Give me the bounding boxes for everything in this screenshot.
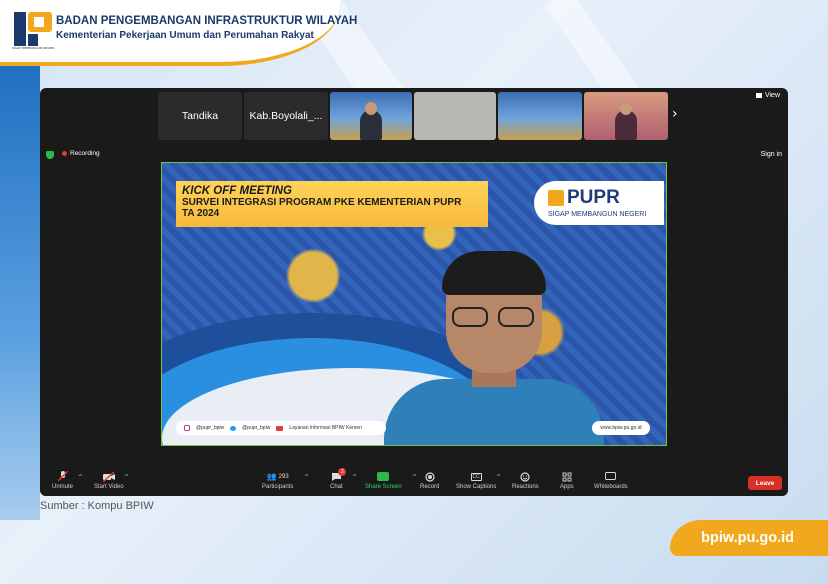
control-bar: Unmute ^ Start Video ^ 👥 293 Participants…	[40, 468, 788, 496]
participants-label: Participants	[262, 484, 294, 490]
social-handle: @pupr_bpiw	[242, 425, 271, 431]
chevron-up-icon[interactable]: ^	[78, 474, 83, 481]
reactions-button[interactable]: Reactions	[512, 471, 539, 490]
source-caption: Sumber : Kompu BPIW	[40, 500, 154, 512]
whiteboards-label: Whiteboards	[594, 484, 628, 490]
cc-text: CC	[470, 472, 482, 481]
show-captions-label: Show Captions	[456, 484, 497, 490]
org-name: BADAN PENGEMBANGAN INFRASTRUKTUR WILAYAH	[56, 15, 358, 27]
recording-label: Recording	[70, 150, 100, 157]
shield-icon[interactable]	[46, 151, 54, 159]
grid-icon	[755, 93, 762, 98]
slide-title: KICK OFF MEETING	[182, 185, 292, 197]
microphone-muted-icon	[57, 471, 69, 482]
whiteboards-button[interactable]: Whiteboards	[594, 471, 628, 490]
social-handle: @pupr_bpiw	[196, 425, 225, 431]
slide-website: www.bpiw.pu.go.id	[592, 421, 650, 435]
smiley-icon	[519, 471, 531, 482]
apps-label: Apps	[560, 484, 574, 490]
leave-button[interactable]: Leave	[748, 476, 782, 490]
chevron-up-icon[interactable]: ^	[304, 474, 309, 481]
share-screen-icon	[377, 471, 390, 482]
participant-tile-video[interactable]	[498, 92, 582, 140]
participants-button[interactable]: 👥 293 Participants	[262, 471, 293, 490]
youtube-icon	[276, 425, 284, 431]
record-label: Record	[420, 484, 440, 490]
sign-in-link[interactable]: Sign in	[761, 151, 782, 158]
slide-title-box: KICK OFF MEETING SURVEI INTEGRASI PROGRA…	[176, 181, 488, 227]
participant-name: Kab.Boyolali_...	[249, 110, 323, 122]
zoom-meeting-window: Tandika Kab.Boyolali_... › View Recordin…	[40, 88, 788, 496]
pupr-logo-icon	[14, 12, 52, 46]
view-label: View	[764, 92, 780, 99]
record-dot-icon	[62, 151, 67, 156]
slide-year: TA 2024	[182, 208, 220, 219]
pupr-mark-icon	[548, 190, 564, 206]
main-video: KICK OFF MEETING SURVEI INTEGRASI PROGRA…	[161, 162, 667, 446]
participant-name: Tandika	[181, 110, 219, 122]
brand-tagline: SIGAP MEMBANGUN NEGERI	[548, 211, 647, 218]
view-button[interactable]: View	[755, 92, 780, 99]
org-subtitle: Kementerian Pekerjaan Umum dan Perumahan…	[56, 30, 314, 41]
twitter-icon	[230, 425, 237, 431]
chat-icon: 2	[330, 468, 347, 482]
share-screen-button[interactable]: Share Screen	[365, 471, 402, 490]
social-handle: Layanan Informasi BPIW Kemen	[289, 425, 362, 431]
chat-label: Chat	[330, 484, 343, 490]
participant-avatar	[615, 102, 637, 140]
speaker-video	[384, 251, 604, 445]
unmute-label: Unmute	[52, 484, 74, 490]
record-button[interactable]: Record	[420, 471, 439, 490]
logo-caption: SIGAP MEMBANGUN NEGERI	[12, 46, 55, 50]
start-video-button[interactable]: Start Video	[94, 471, 124, 490]
chevron-up-icon[interactable]: ^	[352, 474, 357, 481]
instagram-icon	[184, 425, 190, 431]
chevron-right-icon[interactable]: ›	[672, 106, 678, 122]
camera-off-icon	[102, 471, 115, 482]
start-video-label: Start Video	[94, 484, 124, 490]
participant-tile-video[interactable]	[584, 92, 668, 140]
captions-icon: CC	[470, 471, 482, 482]
chevron-up-icon[interactable]: ^	[124, 474, 129, 481]
whiteboard-icon	[605, 471, 617, 482]
background-blue-band	[0, 60, 40, 520]
participant-tile-tandika[interactable]: Tandika	[158, 92, 242, 140]
social-bar: @pupr_bpiw @pupr_bpiw Layanan Informasi …	[176, 421, 386, 435]
reactions-label: Reactions	[512, 484, 539, 490]
participant-avatar	[360, 102, 382, 140]
chat-button[interactable]: 2 Chat	[330, 468, 347, 490]
apps-button[interactable]: Apps	[560, 471, 574, 490]
chevron-up-icon[interactable]: ^	[496, 474, 501, 481]
show-captions-button[interactable]: CC Show Captions	[456, 471, 496, 490]
record-icon	[424, 471, 436, 482]
footer-website: bpiw.pu.go.id	[670, 520, 828, 556]
brand-name: PUPR	[567, 187, 620, 208]
participant-tile-video[interactable]	[330, 92, 412, 140]
unmute-button[interactable]: Unmute	[52, 471, 73, 490]
recording-indicator[interactable]: Recording	[62, 150, 100, 157]
chevron-up-icon[interactable]: ^	[412, 474, 417, 481]
apps-icon	[561, 471, 573, 482]
header-banner: SIGAP MEMBANGUN NEGERI BADAN PENGEMBANGA…	[0, 0, 357, 66]
pupr-brand: PUPR SIGAP MEMBANGUN NEGERI	[534, 181, 664, 225]
participant-tile-video[interactable]	[414, 92, 496, 140]
participant-tile-boyolali[interactable]: Kab.Boyolali_...	[244, 92, 328, 140]
participants-icon: 👥 293	[266, 472, 289, 481]
share-screen-label: Share Screen	[365, 484, 402, 490]
slide-subtitle: SURVEI INTEGRASI PROGRAM PKE KEMENTERIAN…	[182, 197, 462, 208]
participants-count: 293	[278, 473, 289, 480]
chat-badge: 2	[338, 468, 347, 476]
